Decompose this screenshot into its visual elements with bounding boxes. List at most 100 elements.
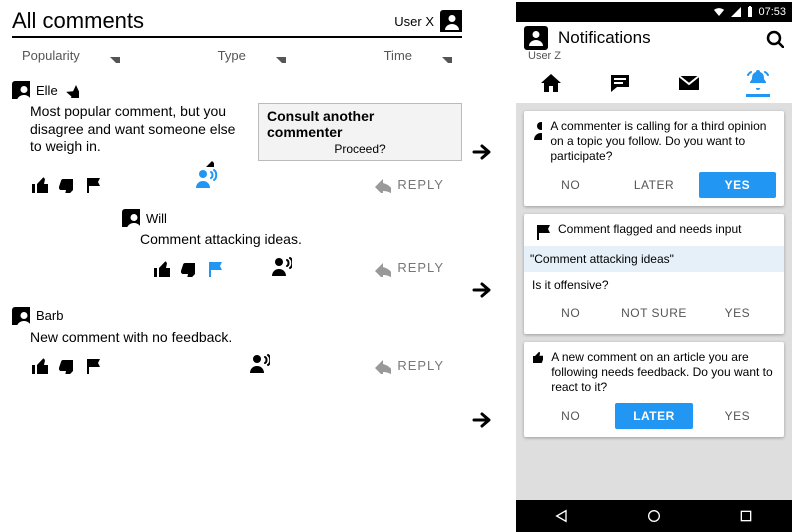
- filter-type[interactable]: Type: [218, 48, 286, 63]
- action-later[interactable]: LATER: [615, 172, 692, 198]
- action-no[interactable]: NO: [532, 403, 609, 429]
- current-user[interactable]: User X: [394, 10, 462, 32]
- filter-label: Popularity: [22, 48, 80, 63]
- flag-icon[interactable]: [204, 259, 222, 277]
- filter-bar: Popularity Type Time: [12, 38, 462, 67]
- tab-home[interactable]: [539, 71, 563, 95]
- flag-icon[interactable]: [82, 356, 100, 374]
- reply-button[interactable]: REPLY: [373, 356, 458, 374]
- author-name: Will: [146, 211, 167, 226]
- action-yes[interactable]: YES: [699, 172, 776, 198]
- flag-icon[interactable]: [82, 175, 100, 193]
- bell-icon: [746, 68, 770, 92]
- person-icon: [122, 209, 140, 227]
- page-title: All comments: [12, 8, 144, 34]
- action-no[interactable]: NO: [532, 172, 609, 198]
- notification-list: A commenter is calling for a third opini…: [516, 103, 792, 500]
- author-name: Elle: [36, 83, 58, 98]
- caret-down-icon: [272, 49, 286, 63]
- notification-card: Comment flagged and needs input "Comment…: [524, 214, 784, 334]
- comment-author-line: Elle: [12, 81, 462, 99]
- notification-card: A new comment on an article you are foll…: [524, 342, 784, 437]
- comment-actions: REPLY: [12, 161, 462, 199]
- comment-body: New comment with no feedback.: [30, 329, 232, 347]
- action-yes[interactable]: YES: [699, 300, 776, 326]
- person-icon: [440, 10, 462, 32]
- voice-icon[interactable]: [270, 255, 292, 277]
- voice-icon[interactable]: [248, 352, 270, 374]
- action-notsure[interactable]: NOT SURE: [615, 300, 692, 326]
- tab-notifications[interactable]: [746, 68, 770, 97]
- person-icon[interactable]: [524, 26, 548, 50]
- notification-card: A commenter is calling for a third opini…: [524, 111, 784, 206]
- battery-icon: [746, 6, 754, 18]
- voice-icon: [532, 119, 542, 141]
- nav-home-icon[interactable]: [646, 508, 662, 524]
- caret-up-icon: [200, 153, 214, 167]
- notification-heading: Comment flagged and needs input: [558, 222, 741, 237]
- filter-time[interactable]: Time: [384, 48, 452, 63]
- caret-down-icon: [106, 49, 120, 63]
- thumb-up-icon[interactable]: [152, 259, 170, 277]
- arrow-right-icon: [470, 408, 504, 442]
- comment-actions: REPLY: [122, 249, 462, 283]
- comment-block: Barb New comment with no feedback. REPLY: [12, 307, 462, 381]
- filter-popularity[interactable]: Popularity: [22, 48, 120, 63]
- filter-label: Time: [384, 48, 412, 63]
- action-no[interactable]: NO: [532, 300, 609, 326]
- arrow-right-icon: [470, 140, 504, 174]
- thumb-up-icon[interactable]: [30, 175, 48, 193]
- comments-panel: All comments User X Popularity Type Time…: [12, 4, 462, 380]
- tab-messages[interactable]: [677, 71, 701, 95]
- signal-icon: [730, 6, 742, 18]
- voice-icon[interactable]: [194, 167, 220, 193]
- reply-icon: [373, 259, 391, 277]
- tab-comments[interactable]: [608, 71, 632, 95]
- clock: 07:53: [758, 6, 786, 18]
- notification-text: A new comment on an article you are foll…: [551, 350, 776, 395]
- thumb-down-icon[interactable]: [56, 356, 74, 374]
- consult-tooltip: Consult another commenter Proceed?: [258, 103, 462, 161]
- comment-body: Comment attacking ideas.: [140, 231, 302, 249]
- reply-label: REPLY: [397, 358, 444, 373]
- person-icon: [12, 81, 30, 99]
- person-icon: [12, 307, 30, 325]
- phone-mockup: 07:53 Notifications User Z A commenter i…: [516, 2, 792, 532]
- thumbs-icon: [532, 350, 543, 374]
- status-bar: 07:53: [516, 2, 792, 22]
- tooltip-title: Consult another commenter: [267, 108, 453, 140]
- current-user-name: User X: [394, 14, 434, 29]
- app-bar: Notifications User Z: [516, 22, 792, 62]
- filter-label: Type: [218, 48, 246, 63]
- notification-text: A commenter is calling for a third opini…: [550, 119, 776, 164]
- reply-label: REPLY: [397, 177, 444, 192]
- action-yes[interactable]: YES: [699, 403, 776, 429]
- reply-button[interactable]: REPLY: [373, 259, 458, 277]
- notification-question: Is it offensive?: [532, 278, 776, 292]
- reply-icon: [373, 175, 391, 193]
- comment-block: Elle Most popular comment, but you disag…: [12, 81, 462, 199]
- thumb-up-icon[interactable]: [30, 356, 48, 374]
- thumb-down-icon[interactable]: [178, 259, 196, 277]
- android-navbar: [516, 500, 792, 532]
- action-later[interactable]: LATER: [615, 403, 692, 429]
- author-name: Barb: [36, 308, 63, 323]
- screen-title: Notifications: [558, 28, 651, 48]
- search-icon[interactable]: [764, 28, 784, 48]
- comment-author-line: Barb: [12, 307, 462, 325]
- flagged-quote: "Comment attacking ideas": [524, 246, 784, 272]
- reply-button[interactable]: REPLY: [373, 175, 458, 193]
- comment-block: Will Comment attacking ideas. REPLY: [122, 209, 462, 283]
- nav-recent-icon[interactable]: [738, 508, 754, 524]
- comment-author-line: Will: [122, 209, 462, 227]
- flag-icon: [532, 222, 550, 240]
- reply-label: REPLY: [397, 260, 444, 275]
- arrow-right-icon: [470, 278, 504, 312]
- thumb-down-icon[interactable]: [56, 175, 74, 193]
- comment-body: Most popular comment, but you disagree a…: [30, 103, 250, 156]
- tooltip-proceed[interactable]: Proceed?: [267, 142, 453, 156]
- panel-header: All comments User X: [12, 4, 462, 38]
- tab-bar: [516, 62, 792, 103]
- reply-icon: [373, 356, 391, 374]
- nav-back-icon[interactable]: [554, 508, 570, 524]
